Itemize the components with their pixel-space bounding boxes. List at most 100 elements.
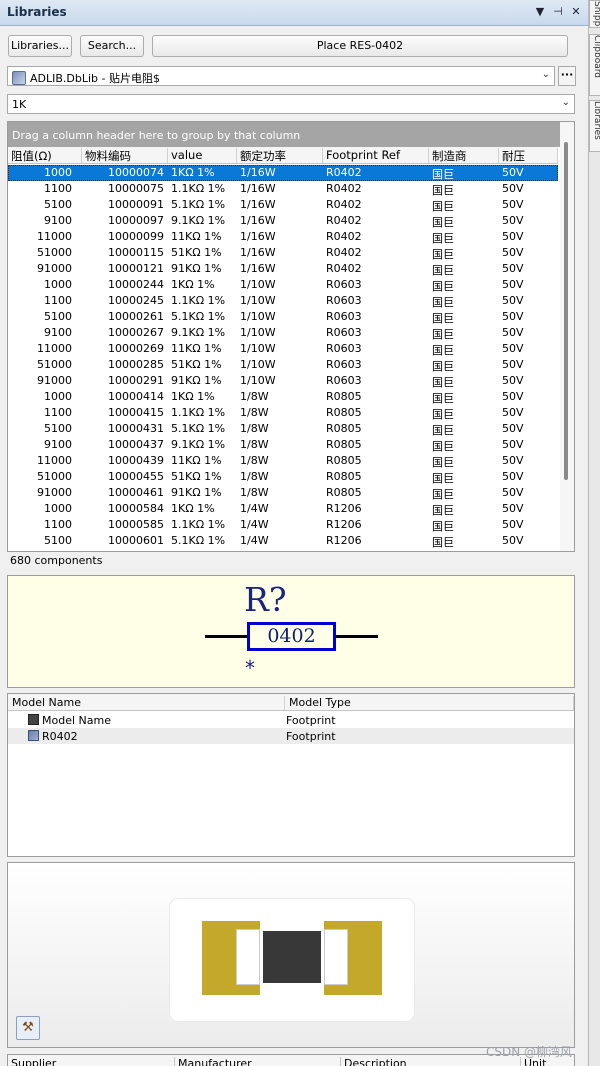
table-cell: 91KΩ 1% xyxy=(171,486,222,499)
group-by-area[interactable]: Drag a column header here to group by th… xyxy=(8,122,574,147)
table-cell: 1/4W xyxy=(240,534,269,547)
table-row[interactable]: 1000 10000074 1KΩ 1% 1/16W R0402 国巨 50V xyxy=(8,165,558,181)
table-cell: 国巨 xyxy=(432,440,454,453)
table-row[interactable]: 1100 10000415 1.1KΩ 1% 1/8W R0805 国巨 50V xyxy=(8,405,558,421)
table-row[interactable]: 11000 10000099 11KΩ 1% 1/16W R0402 国巨 50V xyxy=(8,229,558,245)
components-grid[interactable]: Drag a column header here to group by th… xyxy=(7,121,575,552)
filter-combo[interactable]: 1K ⌄ xyxy=(7,94,575,114)
place-component-button[interactable]: Place RES-0402 xyxy=(152,35,568,57)
table-row[interactable]: 91000 10000461 91KΩ 1% 1/8W R0805 国巨 50V xyxy=(8,485,558,501)
table-cell: R0805 xyxy=(326,470,362,483)
model-row[interactable]: R0402 Footprint xyxy=(8,728,574,744)
table-cell: 国巨 xyxy=(432,344,454,357)
library-select[interactable]: ADLIB.DbLib - 贴片电阻$ ⌄ xyxy=(7,66,555,86)
table-row[interactable]: 51000 10000115 51KΩ 1% 1/16W R0402 国巨 50V xyxy=(8,245,558,261)
dropdown-arrow-icon[interactable]: ▼ xyxy=(534,5,546,19)
table-row[interactable]: 5100 10000261 5.1KΩ 1% 1/10W R0603 国巨 50V xyxy=(8,309,558,325)
libraries-button[interactable]: Libraries... xyxy=(8,35,72,57)
table-row[interactable]: 5100 10000431 5.1KΩ 1% 1/8W R0805 国巨 50V xyxy=(8,421,558,437)
table-cell: 10000245 xyxy=(108,294,164,307)
table-cell: 5100 xyxy=(44,310,72,323)
models-col-name[interactable]: Model Name xyxy=(8,696,285,710)
table-cell: 11KΩ 1% xyxy=(171,454,222,467)
table-cell: 1/16W xyxy=(240,214,276,227)
table-cell: 1/10W xyxy=(240,342,276,355)
table-cell: 国巨 xyxy=(432,376,454,389)
chevron-down-icon[interactable]: ⌄ xyxy=(542,69,550,80)
table-row[interactable]: 5100 10000091 5.1KΩ 1% 1/16W R0402 国巨 50V xyxy=(8,197,558,213)
table-row[interactable]: 91000 10000291 91KΩ 1% 1/10W R0603 国巨 50V xyxy=(8,373,558,389)
table-row[interactable]: 5100 10000601 5.1KΩ 1% 1/4W R1206 国巨 50V xyxy=(8,533,558,549)
models-col-type[interactable]: Model Type xyxy=(285,696,574,710)
table-row[interactable]: 1000 10000584 1KΩ 1% 1/4W R1206 国巨 50V xyxy=(8,501,558,517)
close-icon[interactable]: ✕ xyxy=(570,5,582,19)
table-cell: R0603 xyxy=(326,310,362,323)
table-cell: 国巨 xyxy=(432,216,454,229)
table-cell: 1.1KΩ 1% xyxy=(171,182,226,195)
table-cell: 9.1KΩ 1% xyxy=(171,438,226,451)
watermark: CSDN @柳湾风 xyxy=(486,1045,573,1059)
scrollbar-thumb[interactable] xyxy=(564,142,568,480)
table-row[interactable]: 1100 10000585 1.1KΩ 1% 1/4W R1206 国巨 50V xyxy=(8,517,558,533)
table-row[interactable]: 91000 10000121 91KΩ 1% 1/16W R0402 国巨 50V xyxy=(8,261,558,277)
table-cell: 国巨 xyxy=(432,232,454,245)
grid-col-header[interactable]: 耐压 xyxy=(499,148,558,163)
side-tab-clipboard[interactable]: Clipboard xyxy=(589,34,600,96)
table-cell: 10000415 xyxy=(108,406,164,419)
table-row[interactable]: 9100 10000267 9.1KΩ 1% 1/10W R0603 国巨 50V xyxy=(8,325,558,341)
table-row[interactable]: 51000 10000455 51KΩ 1% 1/8W R0805 国巨 50V xyxy=(8,469,558,485)
table-cell: 国巨 xyxy=(432,312,454,325)
search-button[interactable]: Search... xyxy=(80,35,144,57)
table-row[interactable]: 9100 10000437 9.1KΩ 1% 1/8W R0805 国巨 50V xyxy=(8,437,558,453)
table-row[interactable]: 11000 10000439 11KΩ 1% 1/8W R0805 国巨 50V xyxy=(8,453,558,469)
table-cell: 国巨 xyxy=(432,248,454,261)
pin-icon[interactable]: ⊣ xyxy=(552,5,564,19)
grid-col-header[interactable]: 制造商 xyxy=(429,148,499,163)
table-row[interactable]: 51000 10000285 51KΩ 1% 1/10W R0603 国巨 50V xyxy=(8,357,558,373)
table-cell: 1KΩ 1% xyxy=(171,390,215,403)
footprint-preview[interactable]: ⚒ xyxy=(7,862,575,1048)
table-row[interactable]: 1100 10000245 1.1KΩ 1% 1/10W R0603 国巨 50V xyxy=(8,293,558,309)
table-cell: R0603 xyxy=(326,342,362,355)
table-cell: 11000 xyxy=(37,454,72,467)
table-row[interactable]: 9100 10000097 9.1KΩ 1% 1/16W R0402 国巨 50V xyxy=(8,213,558,229)
table-cell: 国巨 xyxy=(432,184,454,197)
table-cell: 1100 xyxy=(44,406,72,419)
table-cell: 1KΩ 1% xyxy=(171,502,215,515)
model-row[interactable]: Model Name Footprint xyxy=(8,712,574,728)
table-cell: 11000 xyxy=(37,342,72,355)
grid-scrollbar[interactable] xyxy=(560,122,574,551)
grid-col-header[interactable]: 额定功率 xyxy=(237,148,323,163)
table-cell: R0402 xyxy=(326,182,362,195)
right-pad xyxy=(324,921,382,995)
models-list[interactable]: Model Name Model Type Model Name Footpri… xyxy=(7,693,575,857)
table-cell: 10000585 xyxy=(108,518,164,531)
hammer-icon[interactable]: ⚒ xyxy=(16,1016,40,1040)
side-tab-snippets[interactable]: Snippets xyxy=(589,0,600,28)
grid-col-header[interactable]: Footprint Ref xyxy=(323,148,429,163)
table-cell: 1/16W xyxy=(240,182,276,195)
table-row[interactable]: 1000 10000414 1KΩ 1% 1/8W R0805 国巨 50V xyxy=(8,389,558,405)
side-tab-libraries[interactable]: Libraries xyxy=(589,100,600,152)
table-cell: R0603 xyxy=(326,326,362,339)
table-cell: 1000 xyxy=(44,278,72,291)
grid-col-header[interactable]: 物料编码 xyxy=(82,148,168,163)
table-row[interactable]: 1000 10000244 1KΩ 1% 1/10W R0603 国巨 50V xyxy=(8,277,558,293)
footprint-model-icon xyxy=(28,714,39,725)
library-options-button[interactable]: ··· xyxy=(558,66,576,86)
table-row[interactable]: 1100 10000075 1.1KΩ 1% 1/16W R0402 国巨 50V xyxy=(8,181,558,197)
supplier-col[interactable]: Supplier xyxy=(8,1057,175,1066)
library-select-value: ADLIB.DbLib - 贴片电阻$ xyxy=(30,72,160,85)
table-cell: 1100 xyxy=(44,294,72,307)
table-cell: 10000437 xyxy=(108,438,164,451)
table-row[interactable]: 11000 10000269 11KΩ 1% 1/10W R0603 国巨 50V xyxy=(8,341,558,357)
table-cell: 91000 xyxy=(37,374,72,387)
manufacturer-col[interactable]: Manufacturer xyxy=(175,1057,341,1066)
table-cell: 1100 xyxy=(44,182,72,195)
grid-col-header[interactable]: 阻值(Ω) xyxy=(8,148,82,163)
chevron-down-icon[interactable]: ⌄ xyxy=(562,97,570,108)
table-cell: R0805 xyxy=(326,438,362,451)
grid-col-header[interactable]: value xyxy=(168,148,237,163)
table-cell: 50V xyxy=(502,358,524,371)
table-cell: R0805 xyxy=(326,454,362,467)
